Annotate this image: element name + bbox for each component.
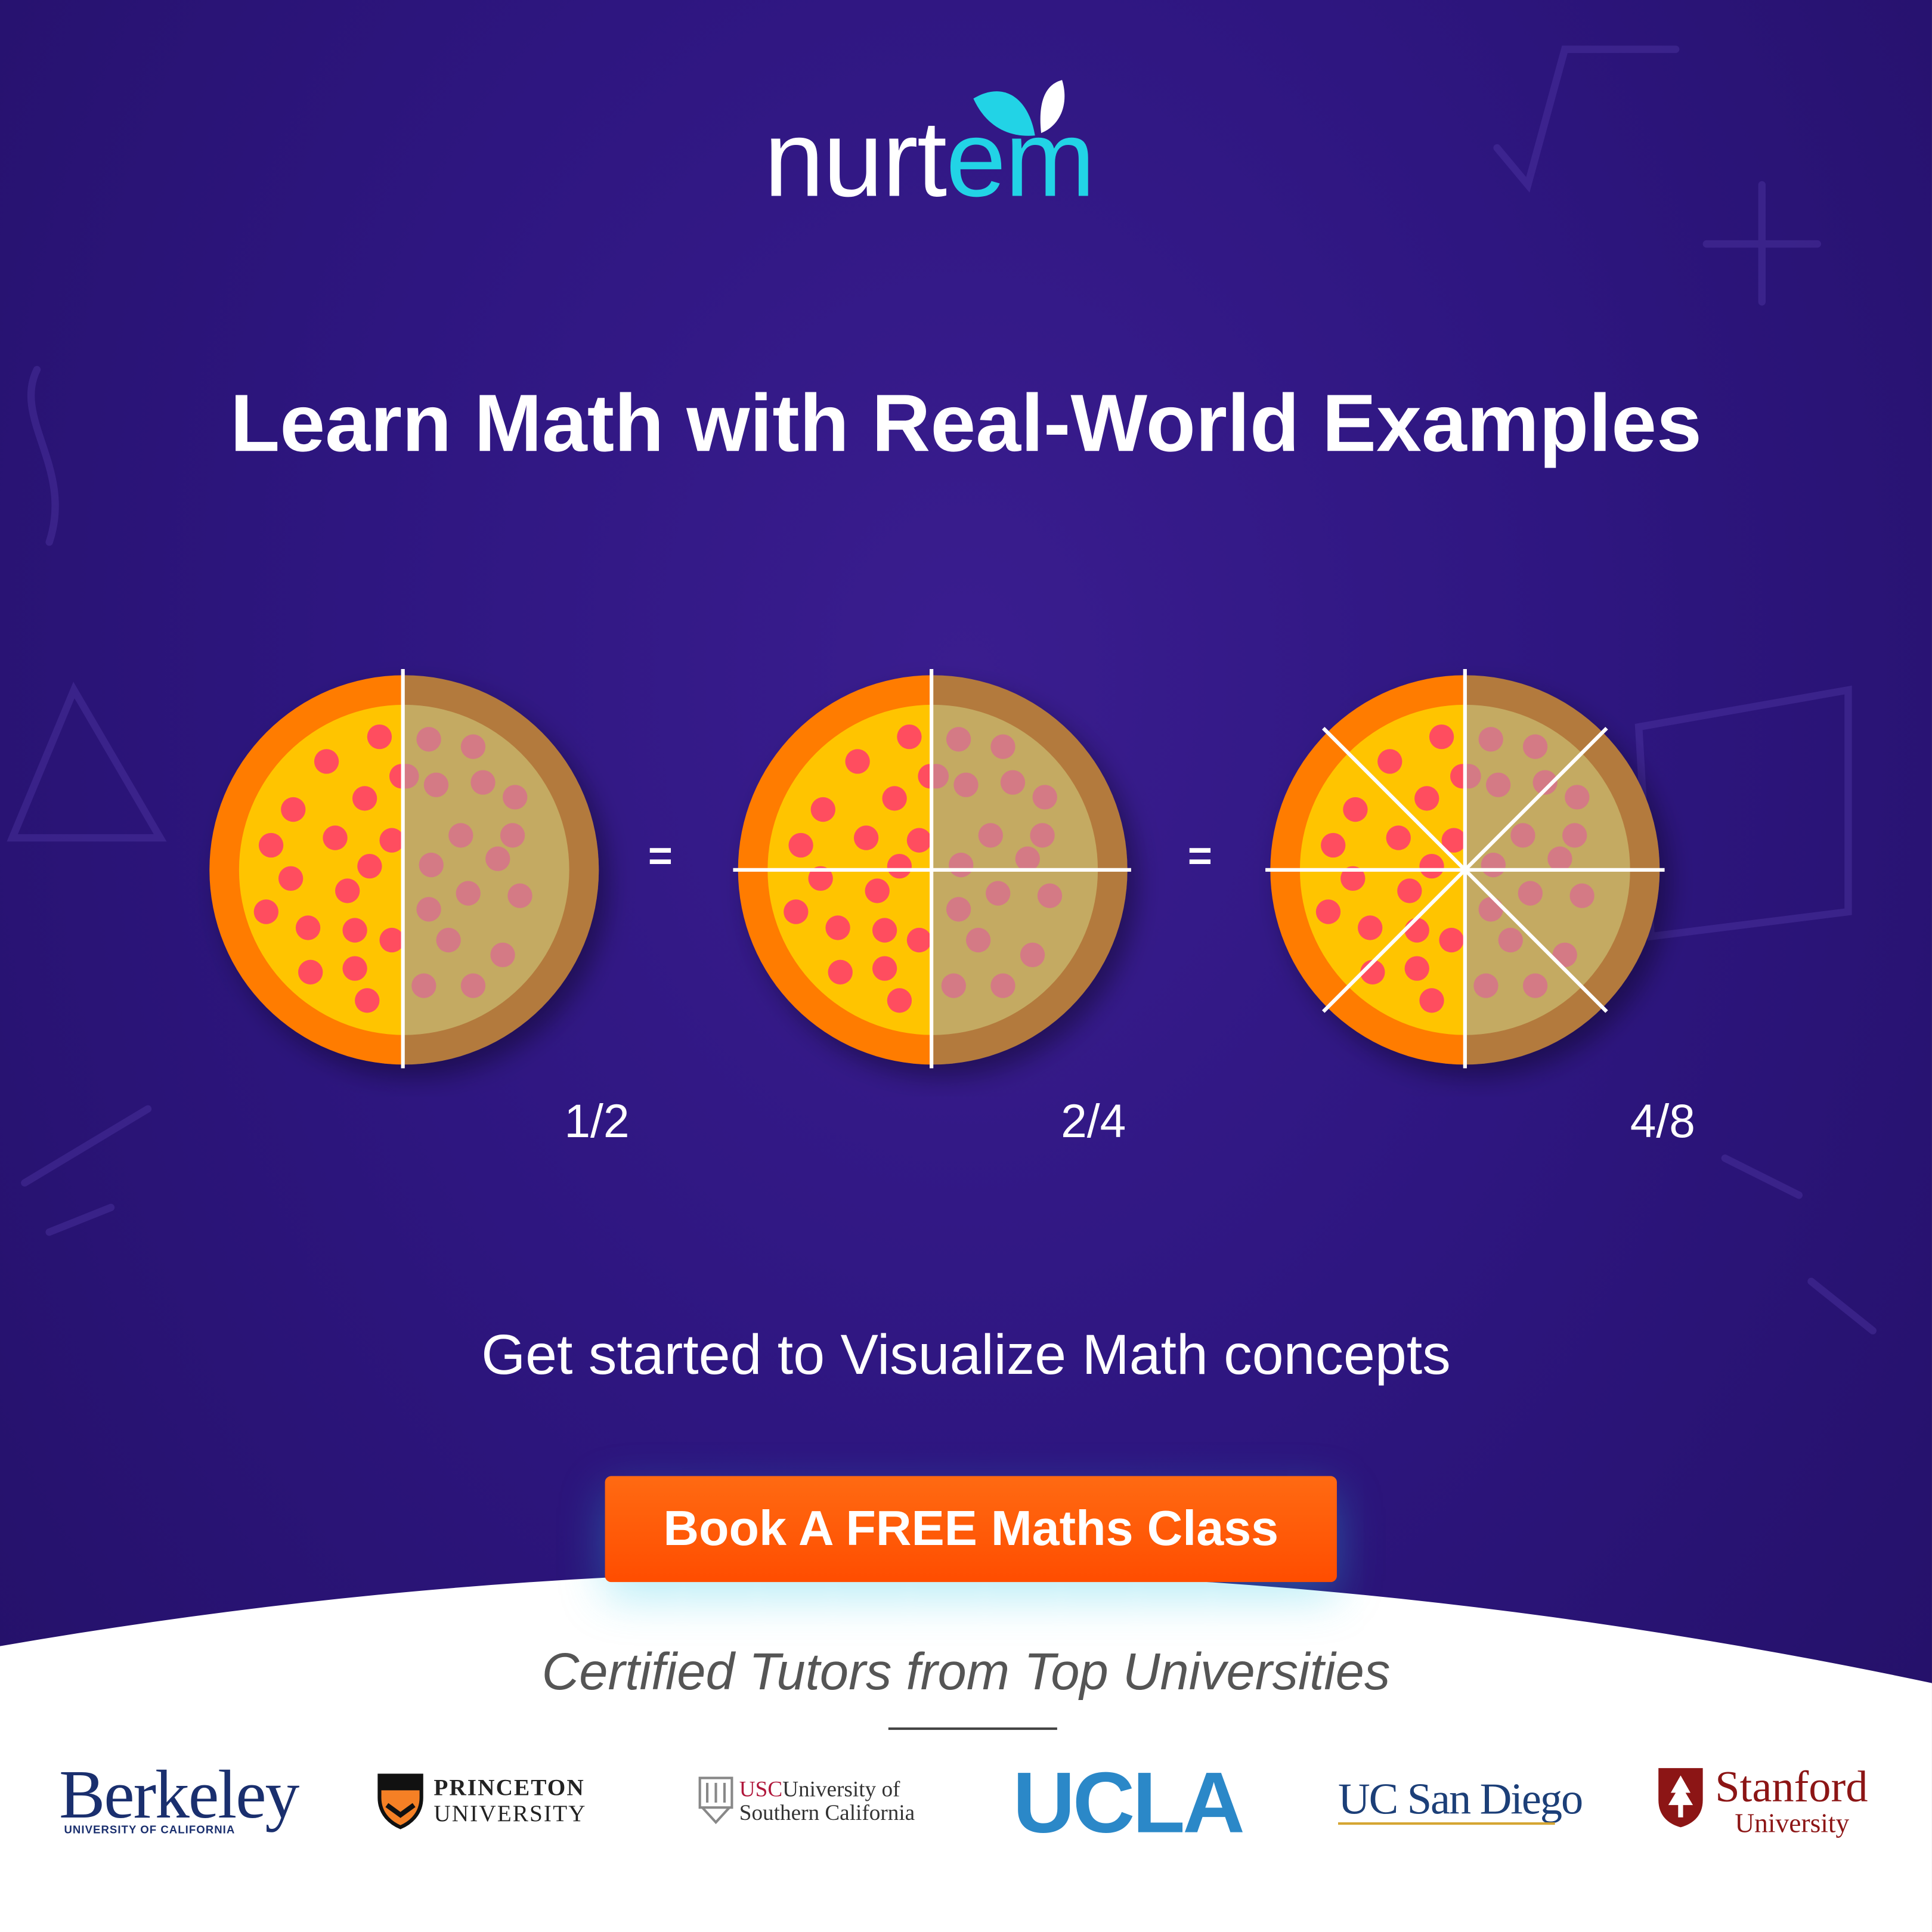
princeton-logo: PRINCETON UNIVERSITY [377, 1755, 611, 1854]
ucsd-underline [1338, 1822, 1555, 1825]
stanford-line1: Stanford [1715, 1761, 1868, 1812]
princeton-shield-icon [377, 1773, 423, 1829]
usc-line2: Southern California [739, 1800, 915, 1825]
berkeley-subtitle: UNIVERSITY OF CALIFORNIA [64, 1823, 236, 1836]
ucla-logo: UCLA [1013, 1754, 1247, 1854]
usc-line1: USCUniversity of [739, 1777, 900, 1803]
stanford-logo: Stanford University [1656, 1755, 1902, 1854]
berkeley-wordmark: Berkeley [59, 1757, 299, 1834]
berkeley-logo: Berkeley UNIVERSITY OF CALIFORNIA [59, 1755, 299, 1854]
usc-line1-text: University of [782, 1776, 900, 1801]
book-free-class-button[interactable]: Book A FREE Maths Class [605, 1476, 1337, 1583]
certified-tutors-text: Certified Tutors from Top Universities [541, 1642, 1391, 1701]
princeton-line2: UNIVERSITY [434, 1801, 587, 1828]
usc-logo: USCUniversity of Southern California [698, 1755, 932, 1854]
stanford-tree-icon [1658, 1768, 1703, 1828]
princeton-line1: PRINCETON [434, 1775, 585, 1801]
ucla-wordmark: UCLA [1013, 1754, 1244, 1851]
ad-canvas: nurtem Learn Math with Real-World Exampl… [0, 0, 1932, 1932]
divider [888, 1727, 1057, 1730]
usc-abbr: USC [739, 1776, 783, 1801]
ucsd-wordmark: UC San Diego [1338, 1774, 1583, 1824]
ucsd-logo: UC San Diego [1338, 1755, 1583, 1854]
stanford-line2: University [1735, 1807, 1850, 1838]
usc-seal-icon [698, 1776, 733, 1825]
